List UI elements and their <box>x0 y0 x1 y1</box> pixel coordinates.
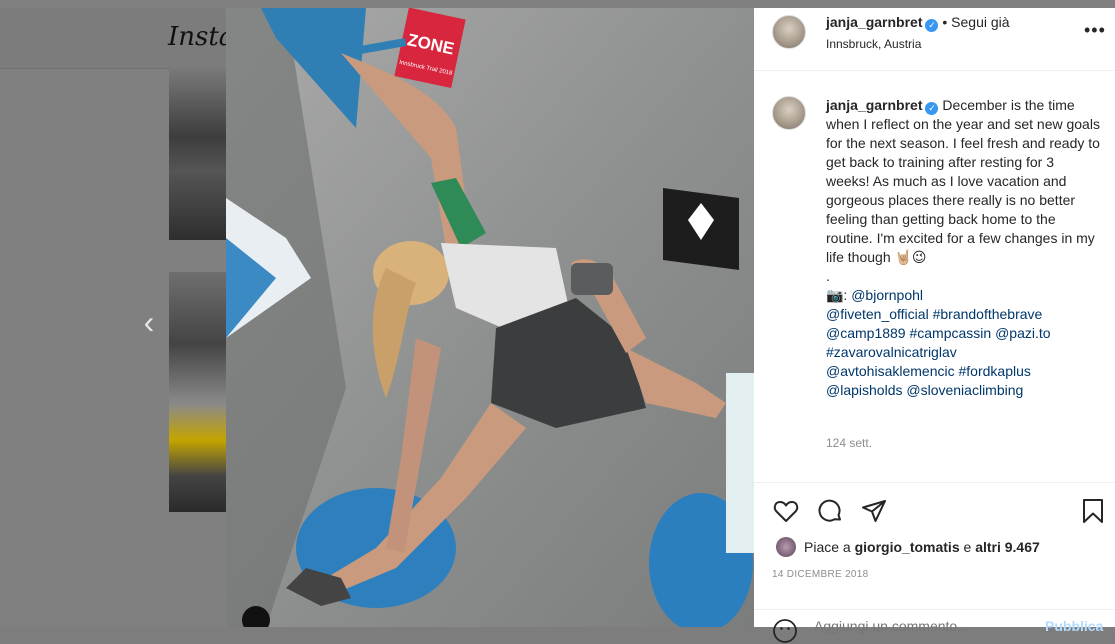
mention-link[interactable]: @camp1889 <box>826 325 906 341</box>
post-date[interactable]: 14 DICEMBRE 2018 <box>772 569 869 580</box>
publish-button[interactable]: Pubblica <box>1045 618 1103 634</box>
mention-link[interactable]: @avtohisaklemencic <box>826 363 955 379</box>
climbing-photo-illustration: ZONE Innsbruck Trail 2018 <box>226 8 754 627</box>
emoji-smiley-icon[interactable] <box>772 618 798 644</box>
mention-link[interactable]: @lapisholds <box>826 382 902 398</box>
post-location[interactable]: Innsbruck, Austria <box>826 37 921 51</box>
likes-conjunction: e <box>959 539 976 555</box>
hashtag-link[interactable]: #zavarovalnicatriglav <box>826 344 957 360</box>
previous-post-arrow-icon[interactable]: ‹ <box>134 304 164 340</box>
add-comment-row: Pubblica <box>754 609 1115 643</box>
likes-count[interactable]: altri 9.467 <box>975 539 1040 555</box>
background-post-thumbnail <box>169 68 227 240</box>
post-time-ago[interactable]: 124 sett. <box>826 436 872 450</box>
post-caption: janja_garnbret ✓ December is the time whe… <box>826 96 1101 400</box>
mention-link[interactable]: @fiveten_official <box>826 306 929 322</box>
caption-author-avatar[interactable] <box>772 96 806 130</box>
comment-input[interactable] <box>814 618 1014 634</box>
background-post-thumbnail <box>169 272 227 512</box>
hashtag-link[interactable]: #campcassin <box>909 325 991 341</box>
likes-prefix: Piace a <box>804 539 855 555</box>
post-detail-panel: janja_garnbret ✓ • Segui già Innsbruck, A… <box>754 8 1115 643</box>
comment-icon[interactable] <box>816 497 844 525</box>
hashtag-link[interactable]: #brandofthebrave <box>933 306 1043 322</box>
instagram-logo: Insta <box>168 22 235 52</box>
share-send-icon[interactable] <box>860 497 888 525</box>
verified-badge-icon: ✓ <box>925 19 939 32</box>
caption-dot: . <box>826 268 830 284</box>
verified-badge-icon: ✓ <box>925 102 939 115</box>
hashtag-link[interactable]: #fordkaplus <box>959 363 1031 379</box>
author-username[interactable]: janja_garnbret <box>826 14 922 30</box>
liker-username[interactable]: giorgio_tomatis <box>855 539 960 555</box>
post-photo: ZONE Innsbruck Trail 2018 <box>226 8 754 627</box>
save-bookmark-icon[interactable] <box>1079 497 1107 525</box>
liker-avatar[interactable] <box>776 537 796 557</box>
post-header-title: janja_garnbret ✓ • Segui già <box>826 14 1010 32</box>
more-options-icon[interactable]: ••• <box>1084 20 1106 41</box>
caption-username[interactable]: janja_garnbret <box>826 97 922 113</box>
follow-status[interactable]: • Segui già <box>942 14 1009 30</box>
post-actions: Piace a giorgio_tomatis e altri 9.467 14… <box>754 482 1115 643</box>
camera-emoji: 📷: <box>826 287 848 303</box>
mention-link[interactable]: @pazi.to <box>995 325 1050 341</box>
likes-summary: Piace a giorgio_tomatis e altri 9.467 <box>804 539 1040 555</box>
like-heart-icon[interactable] <box>772 497 800 525</box>
post-header: janja_garnbret ✓ • Segui già Innsbruck, A… <box>754 8 1115 71</box>
mention-link[interactable]: @sloveniaclimbing <box>906 382 1023 398</box>
mention-link[interactable]: @bjornpohl <box>851 287 923 303</box>
caption-text: December is the time when I reflect on t… <box>826 97 1100 265</box>
author-avatar[interactable] <box>772 15 806 49</box>
